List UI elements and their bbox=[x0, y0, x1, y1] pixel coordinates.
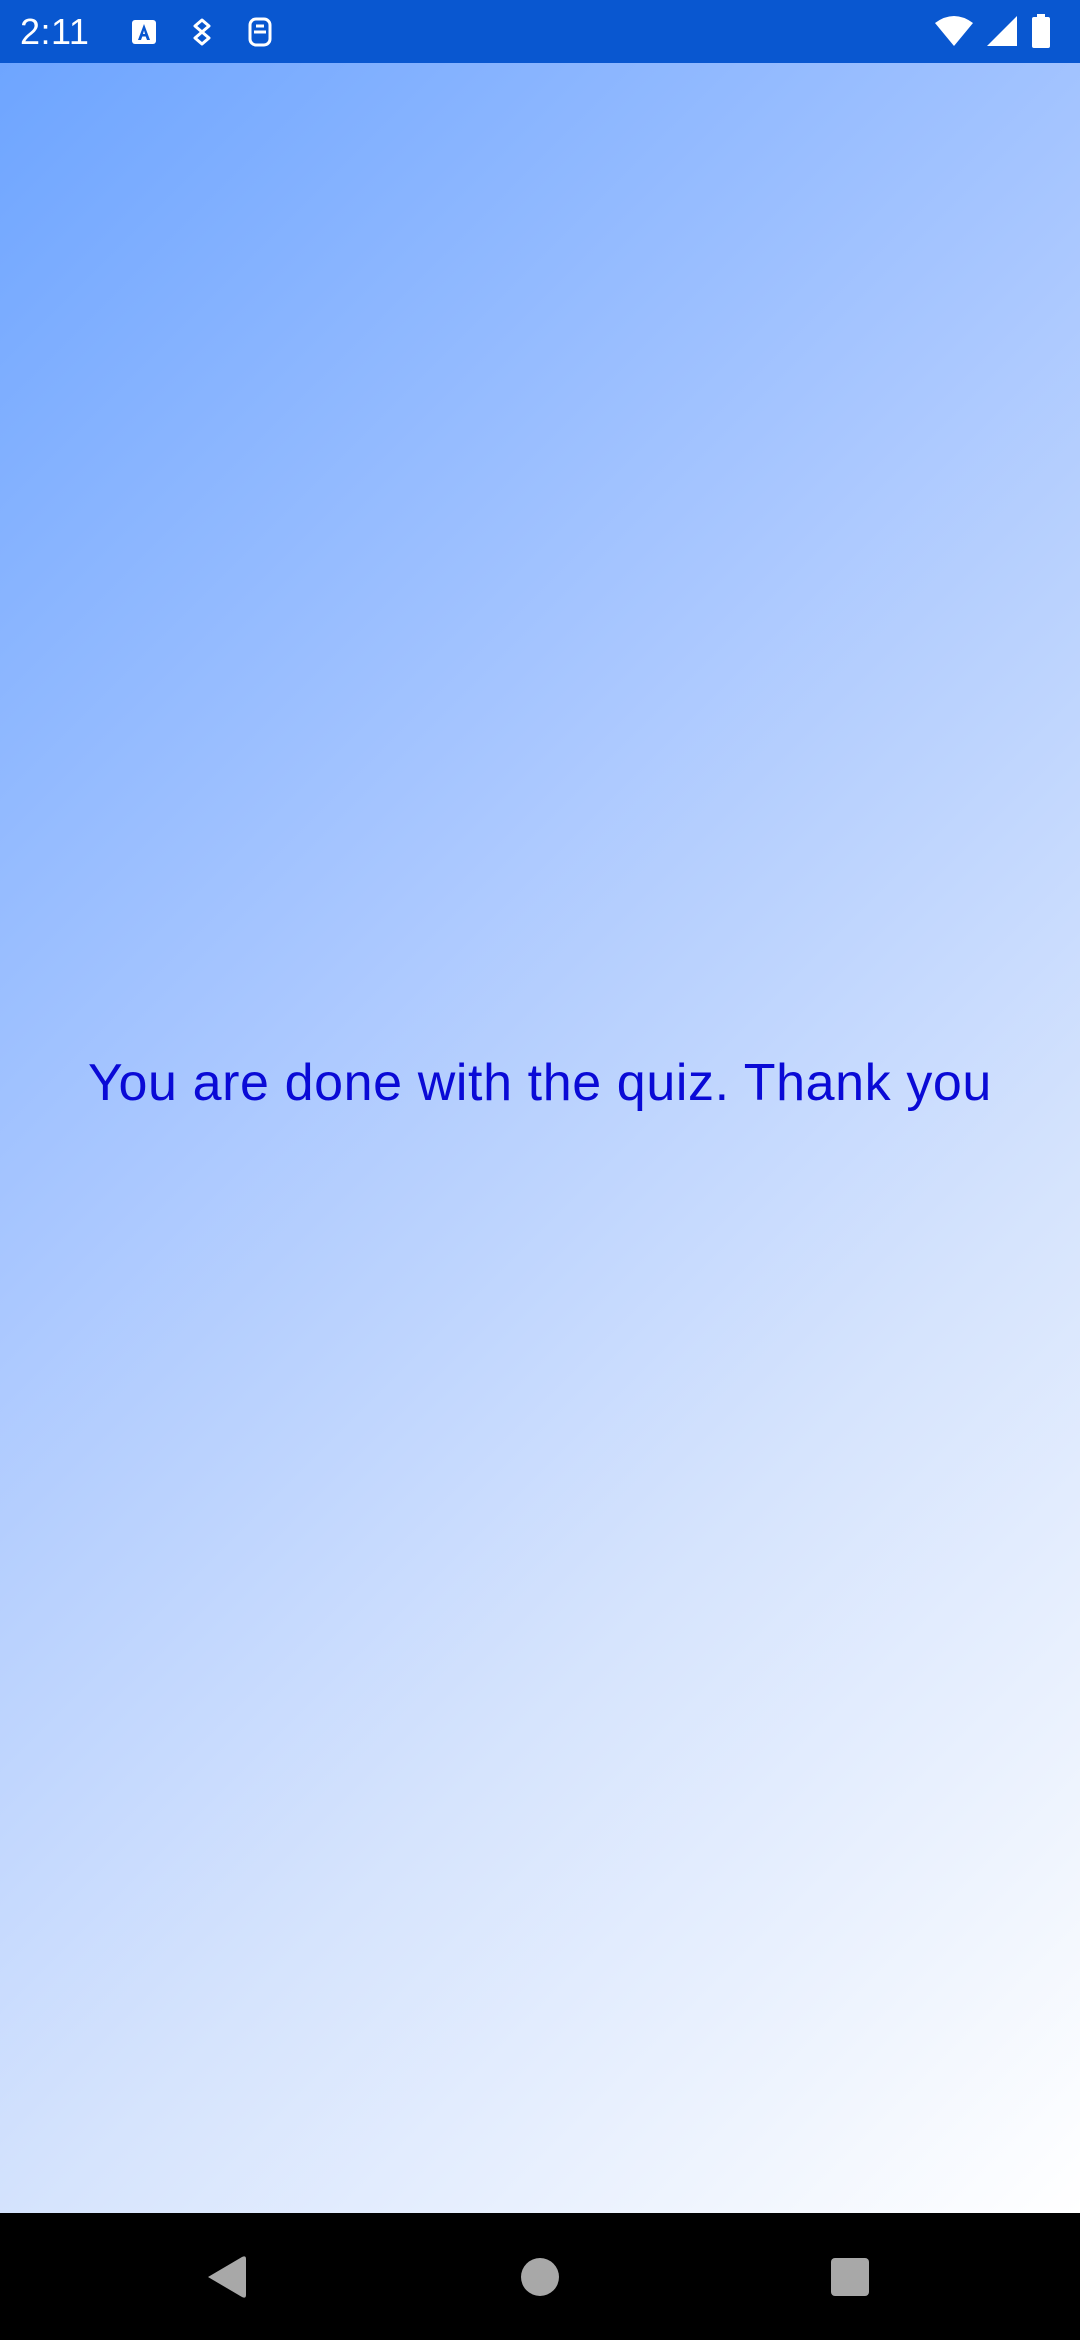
recents-button[interactable] bbox=[810, 2237, 890, 2317]
notification-icons bbox=[126, 14, 300, 50]
completion-message: You are done with the quiz. Thank you bbox=[88, 1054, 992, 1112]
screenshot-notification-icon bbox=[242, 14, 278, 50]
back-button[interactable] bbox=[186, 2237, 266, 2317]
a-badge-icon bbox=[126, 14, 162, 50]
home-button[interactable] bbox=[500, 2237, 580, 2317]
main-content bbox=[0, 63, 1080, 2213]
status-time: 2:11 bbox=[20, 11, 90, 52]
wifi-icon bbox=[934, 13, 974, 49]
status-bar: 2:11 bbox=[0, 0, 1080, 63]
home-icon bbox=[521, 2258, 559, 2296]
battery-icon bbox=[1030, 13, 1052, 49]
recents-icon bbox=[831, 2258, 869, 2296]
back-icon bbox=[208, 2256, 246, 2298]
cell-signal-icon bbox=[986, 13, 1018, 49]
download-notification-icon bbox=[184, 14, 220, 50]
quiz-complete-screen: 2:11 You are done with the quiz. Thank y… bbox=[0, 0, 1080, 2340]
system-status-icons bbox=[922, 13, 1052, 49]
navigation-bar bbox=[0, 2213, 1080, 2340]
